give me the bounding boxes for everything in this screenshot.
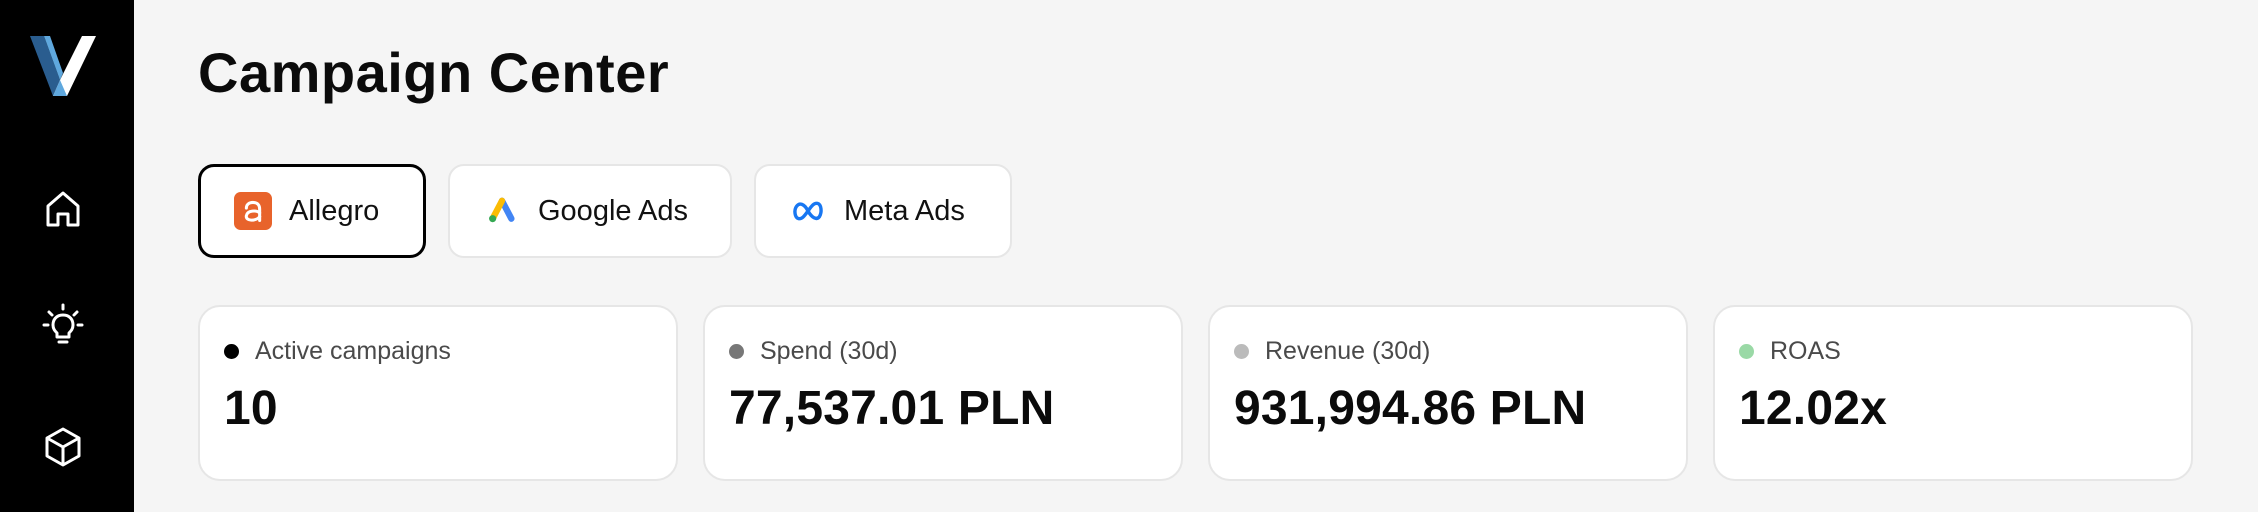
logo-v-icon (30, 36, 96, 96)
status-dot (729, 344, 744, 359)
lightbulb-icon (42, 303, 84, 344)
stat-card-active-campaigns: Active campaigns 10 (198, 305, 678, 481)
tab-label: Meta Ads (844, 194, 965, 227)
sidebar-item-products[interactable] (27, 411, 99, 483)
page-title: Campaign Center (198, 41, 670, 104)
stat-value: 931,994.86 PLN (1234, 382, 1587, 435)
sidebar (0, 0, 134, 512)
stat-value: 10 (224, 382, 278, 435)
status-dot (1739, 344, 1754, 359)
stat-label: Spend (30d) (760, 337, 898, 365)
tab-label: Allegro (289, 194, 380, 227)
status-dot (1234, 344, 1249, 359)
stat-label: Active campaigns (255, 337, 451, 365)
sidebar-item-home[interactable] (27, 173, 99, 245)
stat-label: Revenue (30d) (1265, 337, 1431, 365)
stat-value: 12.02x (1739, 382, 1888, 435)
tab-google-ads[interactable]: Google Ads (448, 164, 732, 258)
stat-card-spend: Spend (30d) 77,537.01 PLN (703, 305, 1183, 481)
sidebar-item-insights[interactable] (27, 290, 99, 362)
home-icon (46, 191, 80, 227)
status-dot (224, 344, 239, 359)
logo[interactable] (30, 36, 96, 96)
stat-card-revenue: Revenue (30d) 931,994.86 PLN (1208, 305, 1688, 481)
allegro-icon (233, 191, 273, 231)
meta-icon (788, 191, 828, 231)
tab-meta-ads[interactable]: Meta Ads (754, 164, 1012, 258)
stat-label: ROAS (1770, 337, 1841, 365)
tab-allegro[interactable]: Allegro (198, 164, 426, 258)
google-ads-icon (482, 191, 522, 231)
stat-card-roas: ROAS 12.02x (1713, 305, 2193, 481)
cube-icon (45, 427, 81, 467)
main-content: Campaign Center Allegro Google Ads Meta … (134, 0, 2258, 512)
tab-label: Google Ads (538, 194, 688, 227)
stat-value: 77,537.01 PLN (729, 382, 1055, 435)
